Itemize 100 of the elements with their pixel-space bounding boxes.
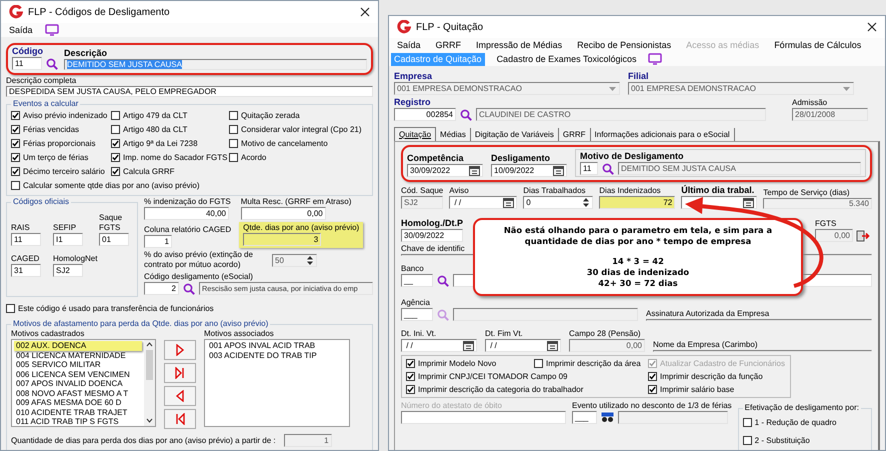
list-item[interactable]: 003 ACIDENTE DO TRAB TIP (207, 350, 347, 360)
checkbox[interactable] (11, 167, 20, 176)
menu-item[interactable]: Recibo de Pensionistas (574, 38, 674, 52)
list-item[interactable]: 006 LICENCA SEM VENCIMEN (14, 370, 142, 379)
input-field[interactable] (618, 411, 728, 424)
dropdown-field[interactable]: 001 EMPRESA DEMONSTRACAO (628, 82, 854, 95)
list-item[interactable]: 008 NOVO AFAST MESMO A T (14, 388, 142, 398)
move-button[interactable] (164, 363, 196, 383)
calendar-icon[interactable] (463, 340, 474, 350)
list-item[interactable]: 005 SERVICO MILITAR (14, 360, 142, 370)
checkbox[interactable] (6, 304, 15, 313)
checkbox[interactable] (406, 359, 415, 368)
list-item[interactable]: 002 AUX. DOENCA (14, 341, 142, 350)
checkbox[interactable] (534, 359, 543, 368)
monitor-icon[interactable] (648, 53, 662, 65)
checkbox[interactable] (111, 167, 120, 176)
input-field[interactable]: CLAUDINEI DE CASTRO (476, 108, 766, 121)
calendar-icon[interactable] (743, 198, 754, 208)
date-field[interactable]: 10/09/2022 (491, 164, 567, 177)
input-field[interactable] (453, 308, 638, 321)
input-field[interactable]: SJ2 (401, 196, 443, 209)
close-icon[interactable] (360, 7, 370, 17)
calendar-icon[interactable] (469, 166, 480, 176)
search-icon[interactable] (183, 282, 195, 294)
input-field[interactable]: DEMITIDO SEM JUSTA CAUSA (64, 59, 367, 70)
input-field[interactable]: 0 (523, 196, 594, 209)
date-field[interactable]: / / (401, 339, 477, 352)
input-field[interactable]: ___ (572, 411, 597, 424)
spinner-icon[interactable] (582, 197, 590, 208)
input-field[interactable]: 5.340 (763, 198, 872, 209)
tab[interactable]: Digitação de Variáveis (470, 128, 559, 141)
close-icon[interactable] (867, 22, 877, 32)
checkbox[interactable] (406, 372, 415, 381)
input-field[interactable]: I1 (53, 233, 83, 246)
input-field[interactable]: 40,00 (144, 207, 229, 220)
move-button[interactable] (164, 340, 196, 360)
input-field[interactable]: ___ (401, 308, 433, 321)
search-icon[interactable] (460, 108, 472, 120)
input-field[interactable]: 1 (144, 235, 172, 248)
input-field[interactable]: 1 (284, 434, 332, 447)
checkbox[interactable] (229, 125, 238, 134)
binoculars-icon[interactable] (601, 412, 614, 423)
menu-item[interactable]: Saída (6, 24, 36, 36)
checkbox[interactable] (406, 385, 415, 394)
date-field[interactable]: / / (485, 339, 561, 352)
input-field[interactable]: 72 (599, 196, 676, 209)
menu-item[interactable]: GRRF (432, 38, 464, 52)
list-item[interactable]: 001 APOS INVAL ACID TRAB (207, 341, 347, 350)
input-field[interactable]: 31 (11, 264, 41, 277)
calendar-icon[interactable] (553, 166, 564, 176)
menu-item[interactable]: Impressão de Médias (473, 38, 566, 52)
search-icon[interactable] (46, 58, 58, 70)
input-field[interactable]: __ (401, 274, 433, 287)
exit-icon[interactable] (856, 230, 870, 242)
tab[interactable]: Médias (436, 128, 471, 141)
list-item[interactable]: 009 AFAS MESMA DOE 60 D (14, 398, 142, 408)
list-item[interactable]: 011 ACID TRAB TIP S FGTS (14, 417, 142, 426)
checkbox[interactable] (111, 111, 120, 120)
checkbox[interactable] (229, 153, 238, 162)
checkbox[interactable] (648, 372, 657, 381)
input-field[interactable]: 002854 (394, 108, 456, 121)
move-button[interactable] (164, 409, 196, 429)
input-field[interactable]: SJ2 (53, 264, 83, 277)
input-field[interactable]: 2 (144, 282, 179, 295)
scrollbar[interactable] (144, 340, 155, 426)
tab[interactable]: Quitação (394, 127, 436, 141)
tab[interactable]: Informações adicionais para o eSocial (590, 128, 735, 141)
input-field[interactable] (401, 411, 566, 424)
list-item[interactable]: 007 APOS INVALID DOENCA (14, 379, 142, 388)
menu-item[interactable]: Cadastro de Exames Toxicológicos (494, 52, 640, 66)
list-item[interactable]: 004 LICENCA MATERNIDADE (14, 350, 142, 360)
input-field[interactable]: 0,00 (240, 207, 326, 220)
input-field[interactable]: DEMITIDO SEM JUSTA CAUSA (618, 162, 861, 175)
monitor-icon[interactable] (44, 24, 59, 36)
dropdown-field[interactable]: 001 EMPRESA DEMONSTRACAO (394, 82, 620, 95)
checkbox[interactable] (229, 111, 238, 120)
checkbox[interactable] (11, 125, 20, 134)
checkbox[interactable] (111, 125, 120, 134)
search-icon[interactable] (602, 162, 614, 174)
menu-item[interactable]: Fórmulas de Cálculos (771, 38, 864, 52)
checkbox[interactable] (11, 153, 20, 162)
checkbox[interactable] (111, 153, 120, 162)
input-field[interactable]: DESPEDIDA SEM JUSTA CAUSA, PELO EMPREGADOR (6, 86, 373, 97)
input-field[interactable]: 11 (11, 233, 41, 246)
search-icon[interactable] (437, 274, 449, 286)
calendar-icon[interactable] (503, 198, 514, 208)
move-button[interactable] (164, 386, 196, 406)
input-field[interactable]: 28/01/2008 (792, 108, 868, 121)
input-field[interactable]: 0,00 (569, 339, 645, 352)
checkbox[interactable] (11, 139, 20, 148)
checkbox[interactable] (111, 139, 120, 148)
menu-item[interactable]: Saída (394, 38, 424, 52)
checkbox[interactable] (229, 139, 238, 148)
checkbox[interactable] (11, 181, 20, 190)
tab[interactable]: GRRF (558, 128, 591, 141)
list-item[interactable]: 010 ACIDENTE TRAB TRAJET (14, 408, 142, 417)
input-field[interactable]: 01 (99, 233, 129, 246)
checkbox[interactable] (742, 436, 752, 445)
checkbox[interactable] (11, 111, 20, 120)
date-field[interactable]: 30/09/2022 (407, 164, 483, 177)
